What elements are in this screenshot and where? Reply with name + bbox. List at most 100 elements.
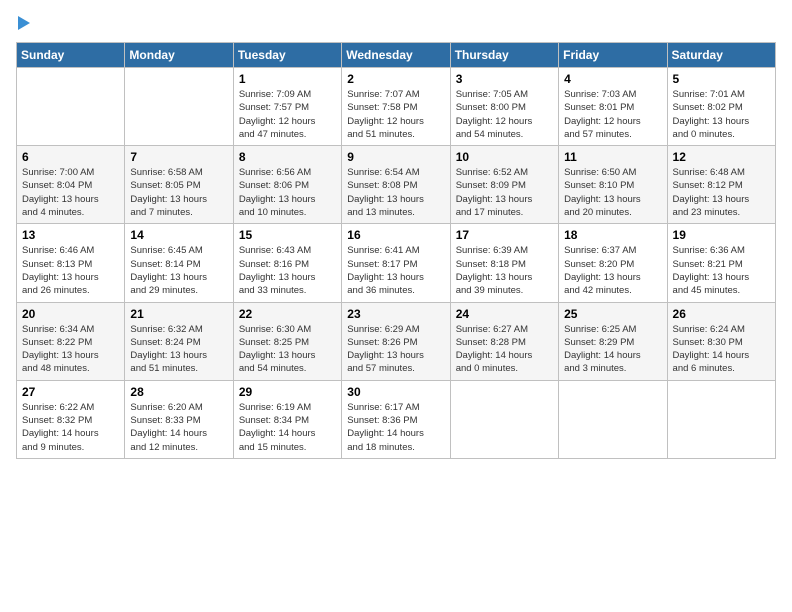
day-number: 10 (456, 150, 553, 164)
day-number: 8 (239, 150, 336, 164)
calendar-cell: 17 Sunrise: 6:39 AMSunset: 8:18 PMDayligh… (450, 224, 558, 302)
calendar-cell: 30 Sunrise: 6:17 AMSunset: 8:36 PMDayligh… (342, 380, 450, 458)
day-detail: Sunrise: 6:58 AMSunset: 8:05 PMDaylight:… (130, 166, 227, 219)
day-detail: Sunrise: 6:45 AMSunset: 8:14 PMDaylight:… (130, 244, 227, 297)
day-detail: Sunrise: 6:20 AMSunset: 8:33 PMDaylight:… (130, 401, 227, 454)
calendar-cell: 29Sunrise: 6:19 AMSunset: 8:34 PMDayligh… (233, 380, 341, 458)
day-number: 22 (239, 307, 336, 321)
calendar-cell: 27Sunrise: 6:22 AMSunset: 8:32 PMDayligh… (17, 380, 125, 458)
calendar-cell: 18 Sunrise: 6:37 AMSunset: 8:20 PMDayligh… (559, 224, 667, 302)
day-detail: Sunrise: 6:32 AMSunset: 8:24 PMDaylight:… (130, 323, 227, 376)
calendar-week-row: 13 Sunrise: 6:46 AMSunset: 8:13 PMDayligh… (17, 224, 776, 302)
calendar-cell (559, 380, 667, 458)
day-number: 24 (456, 307, 553, 321)
day-detail: Sunrise: 6:36 AMSunset: 8:21 PMDaylight:… (673, 244, 770, 297)
day-number: 25 (564, 307, 661, 321)
calendar-week-row: 1 Sunrise: 7:09 AMSunset: 7:57 PMDaylight… (17, 68, 776, 146)
calendar-cell: 23 Sunrise: 6:29 AMSunset: 8:26 PMDayligh… (342, 302, 450, 380)
day-of-week-header: Wednesday (342, 43, 450, 68)
day-detail: Sunrise: 6:43 AMSunset: 8:16 PMDaylight:… (239, 244, 336, 297)
page-header (16, 16, 776, 30)
calendar-cell: 3 Sunrise: 7:05 AMSunset: 8:00 PMDaylight… (450, 68, 558, 146)
day-number: 19 (673, 228, 770, 242)
day-number: 14 (130, 228, 227, 242)
calendar-cell: 11 Sunrise: 6:50 AMSunset: 8:10 PMDayligh… (559, 146, 667, 224)
day-detail: Sunrise: 6:37 AMSunset: 8:20 PMDaylight:… (564, 244, 661, 297)
day-detail: Sunrise: 7:05 AMSunset: 8:00 PMDaylight:… (456, 88, 553, 141)
day-number: 15 (239, 228, 336, 242)
day-number: 11 (564, 150, 661, 164)
day-number: 20 (22, 307, 119, 321)
day-number: 27 (22, 385, 119, 399)
day-number: 17 (456, 228, 553, 242)
day-detail: Sunrise: 7:00 AMSunset: 8:04 PMDaylight:… (22, 166, 119, 219)
calendar-cell: 26 Sunrise: 6:24 AMSunset: 8:30 PMDayligh… (667, 302, 775, 380)
day-number: 7 (130, 150, 227, 164)
day-number: 30 (347, 385, 444, 399)
day-number: 2 (347, 72, 444, 86)
calendar-cell (125, 68, 233, 146)
calendar-cell (17, 68, 125, 146)
day-detail: Sunrise: 6:29 AMSunset: 8:26 PMDaylight:… (347, 323, 444, 376)
day-number: 28 (130, 385, 227, 399)
day-of-week-header: Saturday (667, 43, 775, 68)
day-detail: Sunrise: 6:17 AMSunset: 8:36 PMDaylight:… (347, 401, 444, 454)
day-of-week-header: Sunday (17, 43, 125, 68)
calendar-week-row: 27Sunrise: 6:22 AMSunset: 8:32 PMDayligh… (17, 380, 776, 458)
day-number: 21 (130, 307, 227, 321)
calendar-cell: 22 Sunrise: 6:30 AMSunset: 8:25 PMDayligh… (233, 302, 341, 380)
day-detail: Sunrise: 7:01 AMSunset: 8:02 PMDaylight:… (673, 88, 770, 141)
day-of-week-header: Tuesday (233, 43, 341, 68)
day-number: 13 (22, 228, 119, 242)
calendar-cell: 6 Sunrise: 7:00 AMSunset: 8:04 PMDaylight… (17, 146, 125, 224)
day-number: 26 (673, 307, 770, 321)
day-detail: Sunrise: 6:41 AMSunset: 8:17 PMDaylight:… (347, 244, 444, 297)
day-number: 3 (456, 72, 553, 86)
calendar-cell: 15 Sunrise: 6:43 AMSunset: 8:16 PMDayligh… (233, 224, 341, 302)
calendar-cell: 14 Sunrise: 6:45 AMSunset: 8:14 PMDayligh… (125, 224, 233, 302)
calendar-cell: 2 Sunrise: 7:07 AMSunset: 7:58 PMDaylight… (342, 68, 450, 146)
day-number: 9 (347, 150, 444, 164)
calendar-cell: 13 Sunrise: 6:46 AMSunset: 8:13 PMDayligh… (17, 224, 125, 302)
calendar-cell: 28 Sunrise: 6:20 AMSunset: 8:33 PMDayligh… (125, 380, 233, 458)
day-detail: Sunrise: 6:46 AMSunset: 8:13 PMDaylight:… (22, 244, 119, 297)
logo-arrow-icon (18, 16, 30, 30)
day-detail: Sunrise: 6:30 AMSunset: 8:25 PMDaylight:… (239, 323, 336, 376)
day-number: 6 (22, 150, 119, 164)
calendar-cell: 16 Sunrise: 6:41 AMSunset: 8:17 PMDayligh… (342, 224, 450, 302)
day-detail: Sunrise: 7:07 AMSunset: 7:58 PMDaylight:… (347, 88, 444, 141)
day-number: 1 (239, 72, 336, 86)
day-of-week-header: Thursday (450, 43, 558, 68)
calendar-cell: 4 Sunrise: 7:03 AMSunset: 8:01 PMDaylight… (559, 68, 667, 146)
day-detail: Sunrise: 6:34 AMSunset: 8:22 PMDaylight:… (22, 323, 119, 376)
day-of-week-header: Monday (125, 43, 233, 68)
day-number: 5 (673, 72, 770, 86)
calendar-cell: 9 Sunrise: 6:54 AMSunset: 8:08 PMDaylight… (342, 146, 450, 224)
day-detail: Sunrise: 6:54 AMSunset: 8:08 PMDaylight:… (347, 166, 444, 219)
day-number: 23 (347, 307, 444, 321)
day-detail: Sunrise: 6:39 AMSunset: 8:18 PMDaylight:… (456, 244, 553, 297)
day-number: 16 (347, 228, 444, 242)
day-of-week-header: Friday (559, 43, 667, 68)
day-number: 18 (564, 228, 661, 242)
day-number: 12 (673, 150, 770, 164)
calendar-cell (667, 380, 775, 458)
calendar-cell: 1 Sunrise: 7:09 AMSunset: 7:57 PMDaylight… (233, 68, 341, 146)
day-detail: Sunrise: 6:56 AMSunset: 8:06 PMDaylight:… (239, 166, 336, 219)
day-detail: Sunrise: 7:09 AMSunset: 7:57 PMDaylight:… (239, 88, 336, 141)
calendar-cell: 5 Sunrise: 7:01 AMSunset: 8:02 PMDaylight… (667, 68, 775, 146)
calendar-cell (450, 380, 558, 458)
calendar-cell: 24Sunrise: 6:27 AMSunset: 8:28 PMDayligh… (450, 302, 558, 380)
calendar-cell: 7 Sunrise: 6:58 AMSunset: 8:05 PMDaylight… (125, 146, 233, 224)
day-detail: Sunrise: 6:50 AMSunset: 8:10 PMDaylight:… (564, 166, 661, 219)
day-detail: Sunrise: 6:19 AMSunset: 8:34 PMDaylight:… (239, 401, 336, 454)
day-detail: Sunrise: 7:03 AMSunset: 8:01 PMDaylight:… (564, 88, 661, 141)
day-detail: Sunrise: 6:24 AMSunset: 8:30 PMDaylight:… (673, 323, 770, 376)
calendar-cell: 10Sunrise: 6:52 AMSunset: 8:09 PMDayligh… (450, 146, 558, 224)
calendar-cell: 19 Sunrise: 6:36 AMSunset: 8:21 PMDayligh… (667, 224, 775, 302)
calendar-cell: 21 Sunrise: 6:32 AMSunset: 8:24 PMDayligh… (125, 302, 233, 380)
calendar-table: SundayMondayTuesdayWednesdayThursdayFrid… (16, 42, 776, 459)
day-detail: Sunrise: 6:48 AMSunset: 8:12 PMDaylight:… (673, 166, 770, 219)
logo (16, 16, 30, 30)
day-number: 4 (564, 72, 661, 86)
